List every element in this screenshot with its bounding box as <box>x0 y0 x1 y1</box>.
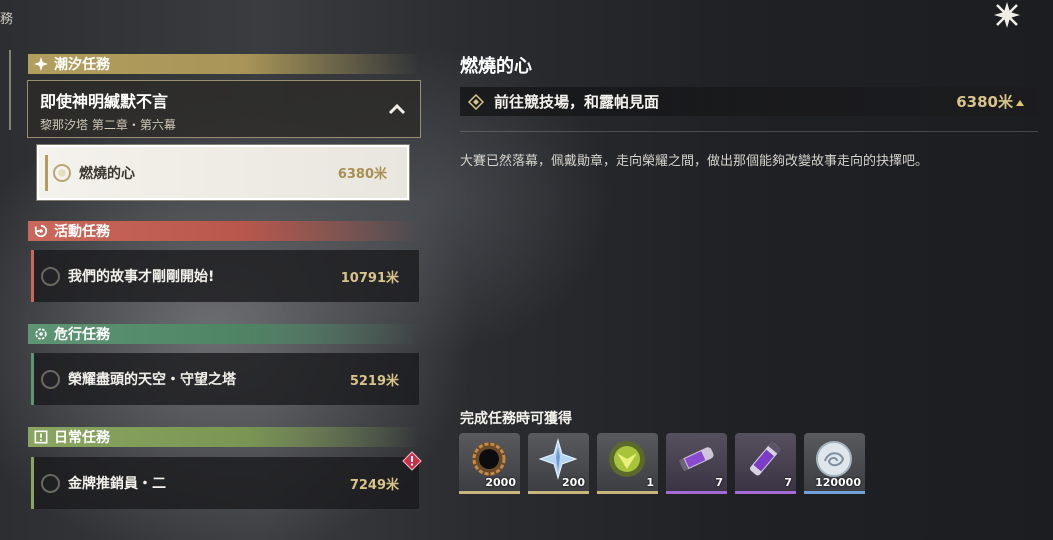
event-swirl-icon <box>32 222 50 240</box>
quest-distance: 7249米 <box>349 477 399 493</box>
header-title-fragment: 務 <box>0 12 14 27</box>
reward-item[interactable]: 120000 <box>804 433 865 494</box>
objective-text: 前往競技場，和露帕見面 <box>494 93 660 111</box>
quest-distance: 10791米 <box>340 270 399 286</box>
selection-bar <box>45 155 48 191</box>
quest-detail-title: 燃燒的心 <box>460 56 532 77</box>
main-quest-title: 即使神明緘默不言 <box>40 92 169 111</box>
reward-count: 7 <box>784 476 792 489</box>
quest-radio[interactable] <box>53 163 71 182</box>
reward-list: 2000 200 1 7 7 120000 <box>459 433 865 494</box>
reward-count: 1 <box>646 476 654 489</box>
sub-quest-item-selected[interactable]: 燃燒的心 6380米 <box>37 145 409 200</box>
category-label: 日常任務 <box>54 430 110 446</box>
exclamation-box-icon <box>32 428 50 446</box>
quest-item-event[interactable]: 我們的故事才剛剛開始! 10791米 <box>31 250 419 302</box>
quest-label: 金牌推銷員・二 <box>68 476 166 492</box>
main-quest-card[interactable]: 即使神明緘默不言 黎那汐塔 第二章・第六幕 <box>27 80 421 138</box>
quest-radio[interactable] <box>41 473 60 493</box>
sub-quest-label: 燃燒的心 <box>79 165 135 182</box>
reward-count: 2000 <box>485 476 516 489</box>
chevron-up-icon[interactable] <box>388 103 406 115</box>
silver-coin-icon <box>816 441 852 477</box>
quest-distance: 5219米 <box>349 373 399 389</box>
reward-item[interactable]: 200 <box>528 433 589 494</box>
reward-item[interactable]: 7 <box>735 433 796 494</box>
category-header-daily: 日常任務 <box>28 427 420 447</box>
reward-item[interactable]: 2000 <box>459 433 520 494</box>
quest-label: 我們的故事才剛剛開始! <box>68 269 215 285</box>
quest-description: 大賽已然落幕，佩戴勛章，走向榮耀之間，做出那個能夠改變故事走向的抉擇吧。 <box>460 154 929 169</box>
category-header-danger: 危行任務 <box>28 324 420 344</box>
quest-radio[interactable] <box>41 369 60 389</box>
purple-tube-icon <box>678 447 714 472</box>
main-quest-subtitle: 黎那汐塔 第二章・第六幕 <box>40 118 176 132</box>
scroll-rail <box>9 50 11 130</box>
quest-objective: 前往競技場，和露帕見面 6380米 <box>460 87 1038 116</box>
gear-eye-icon <box>32 325 50 343</box>
sparkle-icon <box>32 55 50 73</box>
arrow-up-icon <box>1016 99 1024 106</box>
crystal-star-icon <box>538 438 578 480</box>
reward-count: 120000 <box>815 476 861 489</box>
category-color-bar <box>31 250 34 302</box>
objective-distance: 6380米 <box>956 91 1024 112</box>
close-button[interactable] <box>990 0 1024 30</box>
quest-label: 榮耀盡頭的天空・守望之塔 <box>68 372 236 388</box>
rewards-title: 完成任務時可獲得 <box>460 411 572 427</box>
category-label: 活動任務 <box>54 224 110 240</box>
category-header-event: 活動任務 <box>28 221 420 241</box>
category-label: 危行任務 <box>54 327 110 343</box>
divider <box>460 131 1038 132</box>
reward-count: 200 <box>562 476 585 489</box>
reward-item[interactable]: 1 <box>597 433 658 494</box>
category-color-bar <box>31 353 34 405</box>
alert-diamond-icon <box>402 451 422 471</box>
reward-item[interactable]: 7 <box>666 433 727 494</box>
category-color-bar <box>31 457 34 509</box>
green-emblem-icon <box>609 441 645 477</box>
purple-vial-icon <box>750 441 782 476</box>
close-star-icon <box>994 2 1020 28</box>
category-header-tide: 潮汐任務 <box>28 54 420 74</box>
reward-count: 7 <box>715 476 723 489</box>
objective-diamond-icon <box>468 93 484 110</box>
quest-item-daily[interactable]: 金牌推銷員・二 7249米 <box>31 457 419 509</box>
quest-item-danger[interactable]: 榮耀盡頭的天空・守望之塔 5219米 <box>31 353 419 405</box>
sub-quest-distance: 6380米 <box>337 167 387 182</box>
dark-ring-icon <box>472 442 506 476</box>
quest-radio[interactable] <box>41 266 60 286</box>
category-label: 潮汐任務 <box>54 57 110 73</box>
